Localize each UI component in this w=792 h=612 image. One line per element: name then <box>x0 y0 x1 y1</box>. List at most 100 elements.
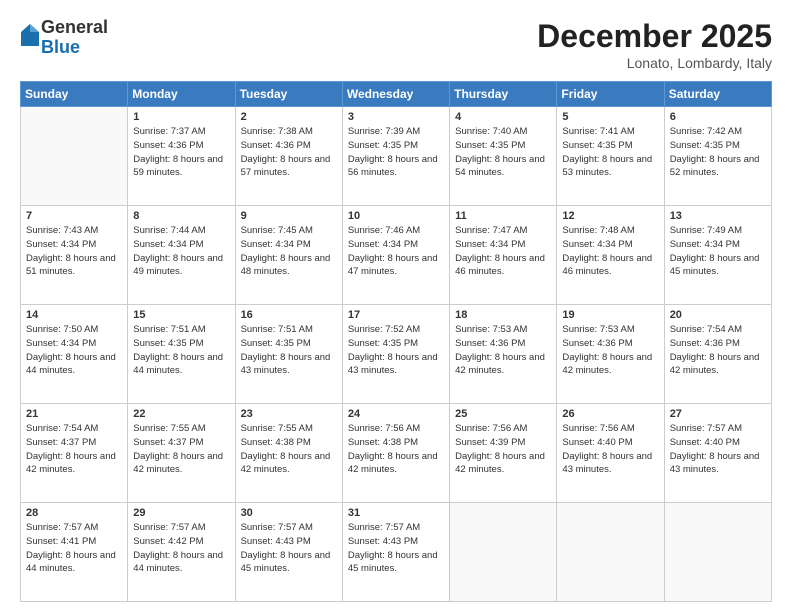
day-number: 31 <box>348 507 444 519</box>
day-detail: Sunrise: 7:46 AMSunset: 4:34 PMDaylight:… <box>348 224 444 279</box>
calendar-cell: 28Sunrise: 7:57 AMSunset: 4:41 PMDayligh… <box>21 503 128 602</box>
calendar-cell: 31 Sunrise: 7:57 AMSunset: 4:43 PMDayligh… <box>342 503 449 602</box>
calendar-cell: 16 Sunrise: 7:51 AMSunset: 4:35 PMDayligh… <box>235 305 342 404</box>
calendar-cell: 22 Sunrise: 7:55 AMSunset: 4:37 PMDayligh… <box>128 404 235 503</box>
calendar-cell: 19Sunrise: 7:53 AMSunset: 4:36 PMDayligh… <box>557 305 664 404</box>
calendar-cell: 7 Sunrise: 7:43 AMSunset: 4:34 PMDaylight… <box>21 206 128 305</box>
day-number: 6 <box>670 111 766 123</box>
day-detail: Sunrise: 7:38 AMSunset: 4:36 PMDaylight:… <box>241 125 337 180</box>
day-detail: Sunrise: 7:51 AMSunset: 4:35 PMDaylight:… <box>241 323 337 378</box>
day-number: 28 <box>26 507 122 519</box>
calendar-cell: 4 Sunrise: 7:40 AMSunset: 4:35 PMDaylight… <box>450 107 557 206</box>
calendar-cell <box>557 503 664 602</box>
day-number: 27 <box>670 408 766 420</box>
day-detail: Sunrise: 7:52 AMSunset: 4:35 PMDaylight:… <box>348 323 444 378</box>
day-number: 8 <box>133 210 229 222</box>
day-number: 17 <box>348 309 444 321</box>
day-detail: Sunrise: 7:50 AMSunset: 4:34 PMDaylight:… <box>26 323 122 378</box>
calendar-cell: 29 Sunrise: 7:57 AMSunset: 4:42 PMDayligh… <box>128 503 235 602</box>
day-number: 21 <box>26 408 122 420</box>
calendar-cell <box>664 503 771 602</box>
calendar-week-3: 21 Sunrise: 7:54 AMSunset: 4:37 PMDayligh… <box>21 404 772 503</box>
day-number: 16 <box>241 309 337 321</box>
day-number: 7 <box>26 210 122 222</box>
calendar-cell <box>450 503 557 602</box>
day-number: 5 <box>562 111 658 123</box>
day-number: 24 <box>348 408 444 420</box>
day-detail: Sunrise: 7:56 AMSunset: 4:39 PMDaylight:… <box>455 422 551 477</box>
day-detail: Sunrise: 7:37 AMSunset: 4:36 PMDaylight:… <box>133 125 229 180</box>
calendar-cell <box>21 107 128 206</box>
calendar-cell: 5Sunrise: 7:41 AMSunset: 4:35 PMDaylight… <box>557 107 664 206</box>
day-number: 20 <box>670 309 766 321</box>
col-header-tuesday: Tuesday <box>235 82 342 107</box>
col-header-wednesday: Wednesday <box>342 82 449 107</box>
col-header-sunday: Sunday <box>21 82 128 107</box>
day-number: 25 <box>455 408 551 420</box>
day-detail: Sunrise: 7:55 AMSunset: 4:37 PMDaylight:… <box>133 422 229 477</box>
day-number: 29 <box>133 507 229 519</box>
calendar-cell: 27Sunrise: 7:57 AMSunset: 4:40 PMDayligh… <box>664 404 771 503</box>
day-detail: Sunrise: 7:56 AMSunset: 4:40 PMDaylight:… <box>562 422 658 477</box>
col-header-thursday: Thursday <box>450 82 557 107</box>
calendar-cell: 20 Sunrise: 7:54 AMSunset: 4:36 PMDayligh… <box>664 305 771 404</box>
calendar-cell: 11Sunrise: 7:47 AMSunset: 4:34 PMDayligh… <box>450 206 557 305</box>
logo-icon <box>21 24 39 46</box>
calendar-table: SundayMondayTuesdayWednesdayThursdayFrid… <box>20 81 772 602</box>
day-number: 26 <box>562 408 658 420</box>
day-detail: Sunrise: 7:54 AMSunset: 4:37 PMDaylight:… <box>26 422 122 477</box>
calendar-cell: 25 Sunrise: 7:56 AMSunset: 4:39 PMDayligh… <box>450 404 557 503</box>
calendar-cell: 15 Sunrise: 7:51 AMSunset: 4:35 PMDayligh… <box>128 305 235 404</box>
day-number: 9 <box>241 210 337 222</box>
day-number: 4 <box>455 111 551 123</box>
day-number: 11 <box>455 210 551 222</box>
calendar-cell: 24Sunrise: 7:56 AMSunset: 4:38 PMDayligh… <box>342 404 449 503</box>
month-title: December 2025 <box>537 18 772 55</box>
day-detail: Sunrise: 7:45 AMSunset: 4:34 PMDaylight:… <box>241 224 337 279</box>
calendar-cell: 17 Sunrise: 7:52 AMSunset: 4:35 PMDayligh… <box>342 305 449 404</box>
calendar-cell: 18Sunrise: 7:53 AMSunset: 4:36 PMDayligh… <box>450 305 557 404</box>
page: General Blue December 2025 Lonato, Lomba… <box>0 0 792 612</box>
calendar-cell: 26 Sunrise: 7:56 AMSunset: 4:40 PMDayligh… <box>557 404 664 503</box>
day-number: 30 <box>241 507 337 519</box>
day-detail: Sunrise: 7:54 AMSunset: 4:36 PMDaylight:… <box>670 323 766 378</box>
logo: General Blue <box>20 18 108 58</box>
day-number: 1 <box>133 111 229 123</box>
day-detail: Sunrise: 7:51 AMSunset: 4:35 PMDaylight:… <box>133 323 229 378</box>
calendar-cell: 2 Sunrise: 7:38 AMSunset: 4:36 PMDaylight… <box>235 107 342 206</box>
day-detail: Sunrise: 7:57 AMSunset: 4:43 PMDaylight:… <box>241 521 337 576</box>
day-detail: Sunrise: 7:57 AMSunset: 4:43 PMDaylight:… <box>348 521 444 576</box>
day-number: 15 <box>133 309 229 321</box>
day-detail: Sunrise: 7:57 AMSunset: 4:42 PMDaylight:… <box>133 521 229 576</box>
location: Lonato, Lombardy, Italy <box>537 55 772 71</box>
calendar-week-0: 1 Sunrise: 7:37 AMSunset: 4:36 PMDaylight… <box>21 107 772 206</box>
calendar-cell: 21 Sunrise: 7:54 AMSunset: 4:37 PMDayligh… <box>21 404 128 503</box>
calendar-week-4: 28Sunrise: 7:57 AMSunset: 4:41 PMDayligh… <box>21 503 772 602</box>
calendar-week-1: 7 Sunrise: 7:43 AMSunset: 4:34 PMDaylight… <box>21 206 772 305</box>
day-detail: Sunrise: 7:48 AMSunset: 4:34 PMDaylight:… <box>562 224 658 279</box>
col-header-monday: Monday <box>128 82 235 107</box>
day-number: 3 <box>348 111 444 123</box>
day-detail: Sunrise: 7:55 AMSunset: 4:38 PMDaylight:… <box>241 422 337 477</box>
title-block: December 2025 Lonato, Lombardy, Italy <box>537 18 772 71</box>
day-number: 19 <box>562 309 658 321</box>
day-number: 13 <box>670 210 766 222</box>
day-number: 18 <box>455 309 551 321</box>
col-header-friday: Friday <box>557 82 664 107</box>
calendar-header-row: SundayMondayTuesdayWednesdayThursdayFrid… <box>21 82 772 107</box>
day-number: 22 <box>133 408 229 420</box>
logo-general-text: General <box>41 17 108 37</box>
day-detail: Sunrise: 7:39 AMSunset: 4:35 PMDaylight:… <box>348 125 444 180</box>
day-number: 2 <box>241 111 337 123</box>
day-detail: Sunrise: 7:42 AMSunset: 4:35 PMDaylight:… <box>670 125 766 180</box>
day-detail: Sunrise: 7:43 AMSunset: 4:34 PMDaylight:… <box>26 224 122 279</box>
day-number: 23 <box>241 408 337 420</box>
calendar-cell: 1 Sunrise: 7:37 AMSunset: 4:36 PMDaylight… <box>128 107 235 206</box>
calendar-cell: 10Sunrise: 7:46 AMSunset: 4:34 PMDayligh… <box>342 206 449 305</box>
col-header-saturday: Saturday <box>664 82 771 107</box>
day-detail: Sunrise: 7:44 AMSunset: 4:34 PMDaylight:… <box>133 224 229 279</box>
header: General Blue December 2025 Lonato, Lomba… <box>20 18 772 71</box>
day-detail: Sunrise: 7:40 AMSunset: 4:35 PMDaylight:… <box>455 125 551 180</box>
calendar-cell: 8 Sunrise: 7:44 AMSunset: 4:34 PMDaylight… <box>128 206 235 305</box>
day-number: 12 <box>562 210 658 222</box>
